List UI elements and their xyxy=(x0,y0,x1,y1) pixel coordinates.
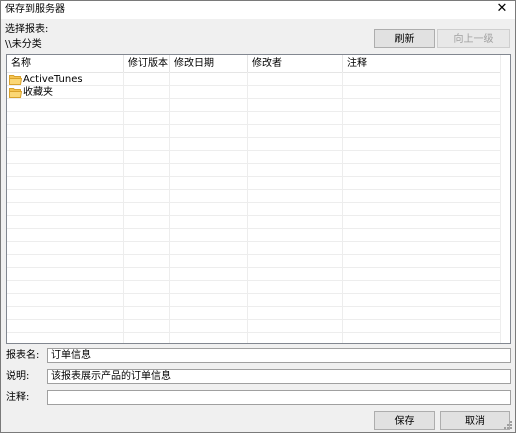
grid-line xyxy=(7,98,501,99)
column-header-modified-date[interactable]: 修改日期 xyxy=(170,55,248,72)
save-to-server-dialog: 保存到服务器 ✕ 选择报表: \\未分类 刷新 向上一级 名称 修订版本 修改日… xyxy=(0,0,516,433)
grid-line xyxy=(7,280,501,281)
window-title: 保存到服务器 xyxy=(5,4,65,15)
refresh-button[interactable]: 刷新 xyxy=(374,29,435,48)
column-header-modified-by[interactable]: 修改者 xyxy=(248,55,343,72)
grid-line xyxy=(342,72,343,343)
save-button[interactable]: 保存 xyxy=(374,411,435,430)
grid-line xyxy=(7,111,501,112)
report-name-field[interactable]: 订单信息 xyxy=(47,348,511,363)
column-header-comment[interactable]: 注释 xyxy=(343,55,501,72)
grid-line xyxy=(123,72,124,343)
report-name-label: 报表名: xyxy=(6,350,40,361)
grid-line xyxy=(7,150,501,151)
grid-line xyxy=(7,319,501,320)
grid-line xyxy=(7,189,501,190)
list-item[interactable]: ActiveTunes xyxy=(9,74,83,86)
grid-line xyxy=(7,215,501,216)
folder-icon xyxy=(9,75,22,85)
grid-line xyxy=(7,124,501,125)
grid-line xyxy=(7,176,501,177)
grid-line xyxy=(7,202,501,203)
grid-line xyxy=(7,293,501,294)
description-label: 说明: xyxy=(6,371,30,382)
column-header-revision[interactable]: 修订版本 xyxy=(124,55,170,72)
grid-line xyxy=(247,72,248,343)
grid-line xyxy=(7,332,501,333)
close-icon[interactable]: ✕ xyxy=(495,2,509,16)
list-item-name: ActiveTunes xyxy=(23,74,83,85)
column-header-name[interactable]: 名称 xyxy=(7,55,124,72)
current-path: \\未分类 xyxy=(5,39,42,50)
select-report-label: 选择报表: xyxy=(5,24,49,35)
vertical-scrollbar[interactable] xyxy=(500,55,510,343)
folder-icon xyxy=(9,88,22,98)
comment-label: 注释: xyxy=(6,392,30,403)
list-item-name: 收藏夹 xyxy=(23,87,53,98)
grid-line xyxy=(7,306,501,307)
grid-line xyxy=(7,137,501,138)
comment-field[interactable] xyxy=(47,390,511,405)
grid-line xyxy=(7,163,501,164)
cancel-button[interactable]: 取消 xyxy=(440,411,510,430)
title-bar[interactable]: 保存到服务器 ✕ xyxy=(1,1,515,19)
description-field[interactable]: 该报表展示产品的订单信息 xyxy=(47,369,511,384)
report-list[interactable]: 名称 修订版本 修改日期 修改者 注释 ActiveTunes 收藏夹 xyxy=(6,54,511,344)
grid-line xyxy=(7,267,501,268)
grid-line xyxy=(7,254,501,255)
grid-line xyxy=(7,228,501,229)
list-header: 名称 修订版本 修改日期 修改者 注释 xyxy=(7,55,510,73)
grid-line xyxy=(169,72,170,343)
resize-grip-icon[interactable] xyxy=(503,420,513,430)
up-level-button[interactable]: 向上一级 xyxy=(437,29,510,48)
list-item[interactable]: 收藏夹 xyxy=(9,87,53,99)
grid-line xyxy=(7,241,501,242)
